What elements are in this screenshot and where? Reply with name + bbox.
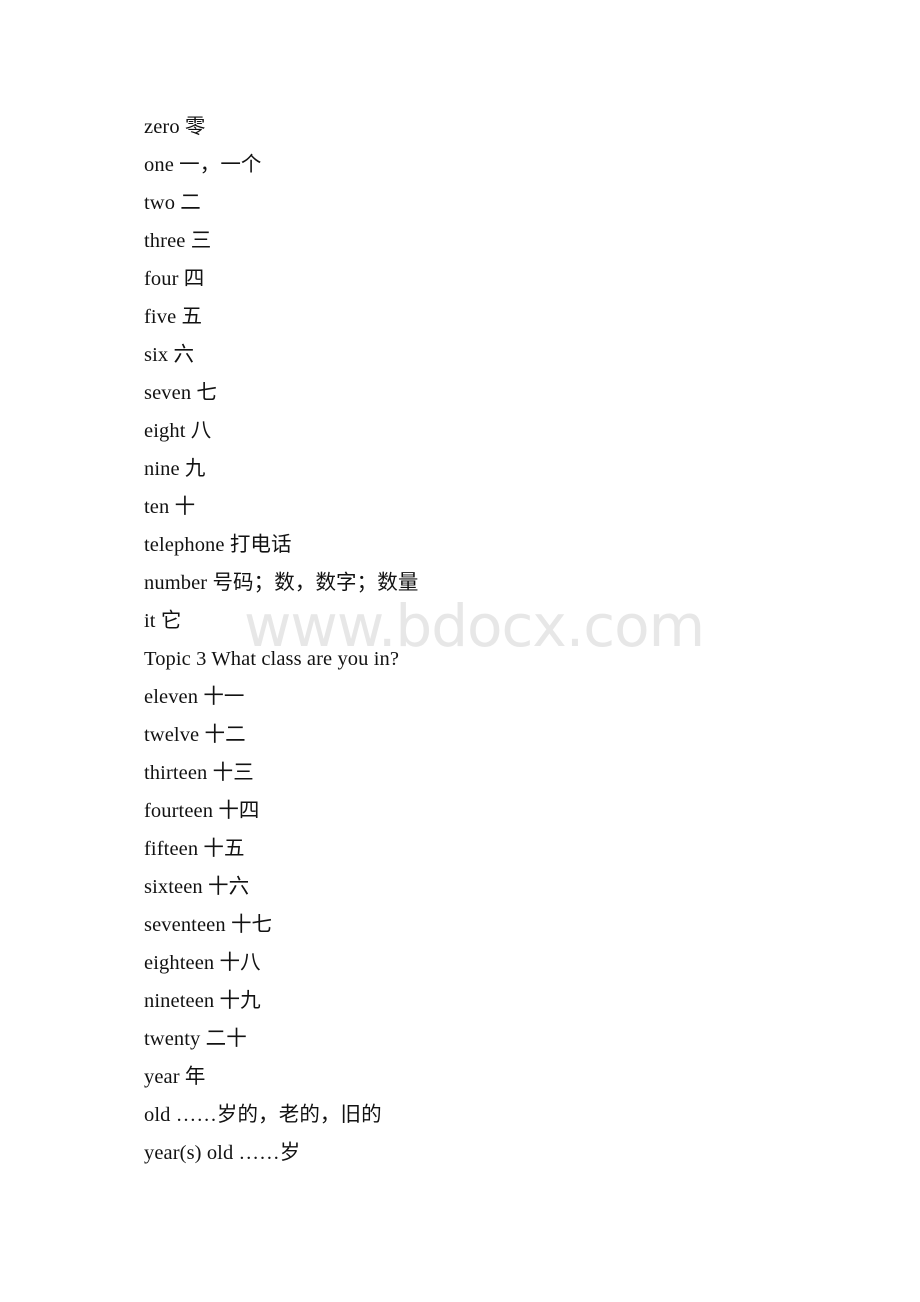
vocab-line-five: five 五 bbox=[144, 306, 203, 328]
vocab-line-two: two 二 bbox=[144, 192, 201, 214]
vocab-line-three: three 三 bbox=[144, 230, 212, 252]
vocab-line-nine: nine 九 bbox=[144, 458, 206, 480]
vocab-line-old: old ……岁的，老的，旧的 bbox=[144, 1104, 382, 1126]
vocab-line-ten: ten 十 bbox=[144, 496, 196, 518]
document-page: www.bdocx.com zero 零 one 一，一个 two 二 thre… bbox=[0, 0, 920, 1302]
vocab-line-one: one 一，一个 bbox=[144, 154, 262, 176]
vocab-line-sixteen: sixteen 十六 bbox=[144, 876, 250, 898]
vocab-line-seven: seven 七 bbox=[144, 382, 218, 404]
vocab-line-eleven: eleven 十一 bbox=[144, 686, 245, 708]
vocab-line-zero: zero 零 bbox=[144, 116, 206, 138]
vocab-line-six: six 六 bbox=[144, 344, 195, 366]
vocab-line-twenty: twenty 二十 bbox=[144, 1028, 247, 1050]
vocab-line-eight: eight 八 bbox=[144, 420, 212, 442]
vocab-line-seventeen: seventeen 十七 bbox=[144, 914, 273, 936]
vocab-line-number: number 号码；数，数字；数量 bbox=[144, 572, 419, 594]
vocab-line-year: year 年 bbox=[144, 1066, 206, 1088]
vocab-line-fifteen: fifteen 十五 bbox=[144, 838, 245, 860]
vocab-line-years-old: year(s) old ……岁 bbox=[144, 1142, 301, 1164]
vocab-line-eighteen: eighteen 十八 bbox=[144, 952, 261, 974]
vocab-line-twelve: twelve 十二 bbox=[144, 724, 246, 746]
section-heading-topic-3: Topic 3 What class are you in? bbox=[144, 648, 400, 670]
document-body: zero 零 one 一，一个 two 二 three 三 four 四 fiv… bbox=[0, 0, 920, 1172]
vocab-line-it: it 它 bbox=[144, 610, 182, 632]
vocab-line-four: four 四 bbox=[144, 268, 205, 290]
vocab-line-thirteen: thirteen 十三 bbox=[144, 762, 254, 784]
vocab-line-fourteen: fourteen 十四 bbox=[144, 800, 260, 822]
vocab-line-nineteen: nineteen 十九 bbox=[144, 990, 261, 1012]
vocab-line-telephone: telephone 打电话 bbox=[144, 534, 292, 556]
